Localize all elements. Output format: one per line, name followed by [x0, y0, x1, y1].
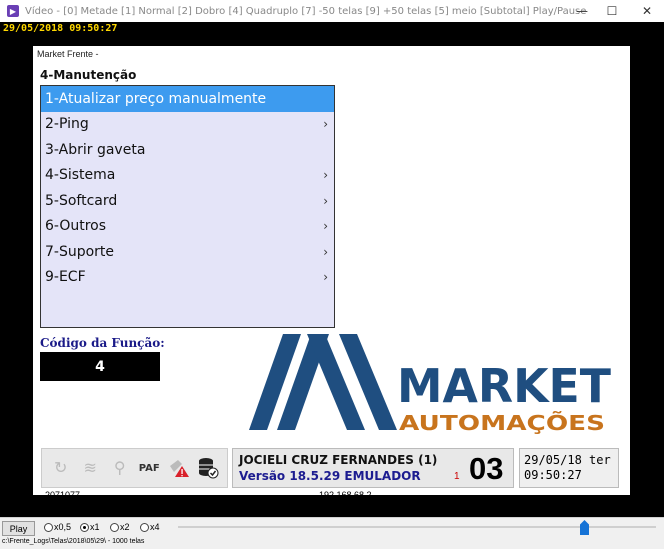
- footer-code: 2071077: [45, 490, 81, 500]
- log-path: c:\Frente_Logs\Telas\2018\05\29\ - 1000 …: [2, 538, 145, 545]
- operator-panel: JOCIELI CRUZ FERNANDES (1) Versão 18.5.2…: [232, 448, 514, 488]
- menu-item-label: 6-Outros: [45, 218, 107, 235]
- video-player-window: ▶ Vídeo - [0] Metade [1] Normal [2] Dobr…: [0, 0, 664, 549]
- operator-small-number: 1: [454, 471, 460, 482]
- menu-item-atualizar-preco[interactable]: 1-Atualizar preço manualmente: [41, 86, 334, 112]
- maximize-button[interactable]: ☐: [597, 0, 627, 22]
- radio-icon: [110, 522, 119, 532]
- menu-item-label: 7-Suporte: [45, 243, 115, 260]
- menu-item-ping[interactable]: 2-Ping ›: [41, 112, 334, 138]
- function-code-input[interactable]: 4: [40, 352, 160, 381]
- refresh-icon[interactable]: ↻: [49, 456, 73, 480]
- speed-option-1x[interactable]: x1: [80, 522, 100, 532]
- timeline-slider[interactable]: [178, 520, 656, 535]
- speed-option-half[interactable]: x0,5: [44, 522, 71, 532]
- clock-panel: 29/05/18 ter 09:50:27: [519, 448, 619, 488]
- menu-title: 4-Manutenção: [40, 68, 137, 82]
- paf-button[interactable]: PAF: [137, 456, 161, 480]
- frame-timestamp: 29/05/2018 09:50:27: [3, 23, 118, 34]
- menu-item-abrir-gaveta[interactable]: 3-Abrir gaveta: [41, 137, 334, 163]
- menu-item-ecf[interactable]: 9-ECF ›: [41, 265, 334, 291]
- speed-label: x1: [90, 522, 100, 532]
- radio-icon: [44, 522, 53, 532]
- playback-controls: Play x0,5 x1 x2 x4 c:\Frente_Logs\Telas\…: [0, 517, 664, 549]
- menu-item-softcard[interactable]: 5-Softcard ›: [41, 188, 334, 214]
- clock-date: 29/05/18 ter: [524, 453, 611, 467]
- chevron-right-icon: ›: [323, 193, 328, 208]
- chevron-right-icon: ›: [323, 168, 328, 183]
- app-icon: ▶: [7, 5, 19, 17]
- terminal-number: 03: [469, 451, 504, 486]
- menu-item-suporte[interactable]: 7-Suporte ›: [41, 239, 334, 265]
- menu-item-sistema[interactable]: 4-Sistema ›: [41, 163, 334, 189]
- menu-item-label: 2-Ping: [45, 116, 89, 133]
- close-button[interactable]: ✕: [632, 0, 662, 22]
- antenna-icon[interactable]: ⚲: [108, 456, 132, 480]
- title-bar: ▶ Vídeo - [0] Metade [1] Normal [2] Dobr…: [0, 0, 664, 22]
- chevron-right-icon: ›: [323, 219, 328, 234]
- menu-item-outros[interactable]: 6-Outros ›: [41, 214, 334, 240]
- app-caption: Market Frente -: [37, 49, 99, 59]
- radio-selected-icon: [80, 522, 89, 532]
- pos-toolbar: ↻ ≋ ⚲ PAF: [41, 448, 228, 488]
- scanner-icon[interactable]: ≋: [78, 456, 102, 480]
- logo-word-automacoes: AUTOMAÇÕES: [399, 411, 605, 435]
- version-text: Versão 18.5.29 EMULADOR: [239, 469, 421, 483]
- clock-time: 09:50:27: [524, 468, 582, 482]
- radio-icon: [140, 522, 149, 532]
- play-button[interactable]: Play: [2, 521, 35, 536]
- timeline-thumb[interactable]: [580, 520, 589, 535]
- minimize-button[interactable]: —: [567, 0, 597, 22]
- logo-word-market: MARKET: [397, 359, 612, 413]
- speed-option-4x[interactable]: x4: [140, 522, 160, 532]
- function-code-label: Código da Função:: [40, 336, 165, 350]
- chevron-right-icon: ›: [323, 117, 328, 132]
- recorded-screen: Market Frente - 4-Manutenção 1-Atualizar…: [33, 46, 630, 500]
- menu-item-label: 4-Sistema: [45, 167, 116, 184]
- chevron-right-icon: ›: [323, 270, 328, 285]
- operator-name: JOCIELI CRUZ FERNANDES (1): [239, 453, 438, 467]
- menu-item-label: 3-Abrir gaveta: [45, 141, 146, 158]
- market-automacoes-logo: MARKET AUTOMAÇÕES: [249, 334, 612, 435]
- menu-item-label: 1-Atualizar preço manualmente: [45, 90, 267, 107]
- footer-ip: 192.168.68.2: [319, 490, 372, 500]
- tag-warning-icon[interactable]: [167, 456, 191, 480]
- speed-option-2x[interactable]: x2: [110, 522, 130, 532]
- window-title: Vídeo - [0] Metade [1] Normal [2] Dobro …: [25, 5, 587, 17]
- chevron-right-icon: ›: [323, 244, 328, 259]
- database-check-icon[interactable]: [196, 456, 220, 480]
- speed-label: x0,5: [54, 522, 72, 532]
- menu-item-label: 5-Softcard: [45, 192, 118, 209]
- menu-item-label: 9-ECF: [45, 269, 86, 286]
- speed-label: x2: [120, 522, 130, 532]
- maintenance-menu: 1-Atualizar preço manualmente 2-Ping › 3…: [40, 85, 335, 328]
- speed-label: x4: [150, 522, 160, 532]
